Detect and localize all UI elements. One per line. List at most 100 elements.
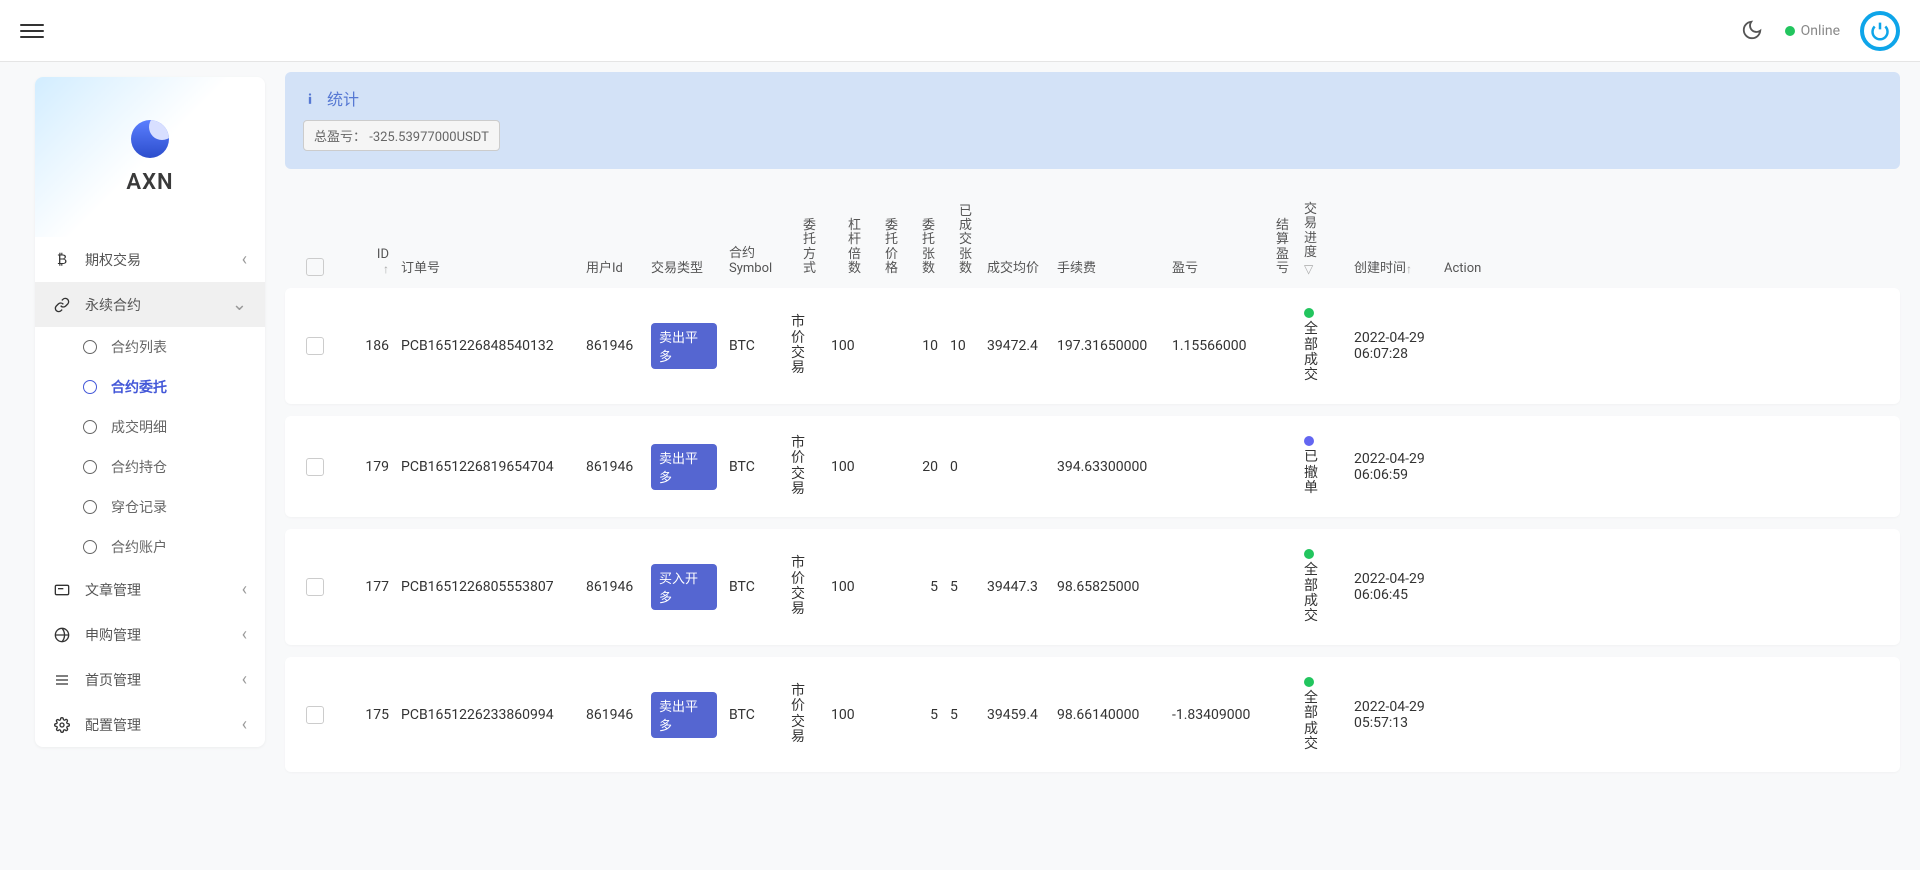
cell-state: 全部成交 (1298, 549, 1348, 625)
col-settle-pnl[interactable]: 结算盈亏 (1261, 219, 1298, 276)
cell-qty: 5 (907, 707, 944, 723)
filter-icon[interactable]: ▽ (1304, 262, 1313, 276)
trade-type-tag: 买入开多 (651, 564, 717, 610)
chevron-left-icon: ‹ (242, 249, 247, 270)
sub-liquidation[interactable]: 穿仓记录 (65, 487, 265, 527)
menu-toggle-button[interactable] (20, 24, 44, 38)
bitcoin-icon: ₿ (53, 251, 71, 269)
circle-icon (83, 540, 97, 554)
nav-article-mgmt[interactable]: 文章管理 ‹ (35, 567, 265, 612)
cell-id: 175 (345, 707, 395, 723)
sort-asc-icon: ↑ (1406, 262, 1412, 276)
sub-label: 合约持仓 (111, 457, 167, 477)
col-method[interactable]: 委托方式 (785, 219, 825, 276)
sub-label: 成交明细 (111, 417, 167, 437)
cell-avg: 39472.4 (981, 338, 1051, 354)
sub-label: 穿仓记录 (111, 497, 167, 517)
brand-area: AXN (35, 77, 265, 237)
sub-label: 合约列表 (111, 337, 167, 357)
cell-pnl: -1.83409000 (1166, 707, 1261, 723)
cell-deal-qty: 5 (944, 579, 981, 595)
card-icon (53, 581, 71, 599)
cell-time: 2022-04-29 06:06:59 (1348, 451, 1438, 483)
cell-id: 179 (345, 459, 395, 475)
cell-lever: 100 (825, 579, 870, 595)
cell-qty: 20 (907, 459, 944, 475)
nav-options-trading[interactable]: ₿ 期权交易 ‹ (35, 237, 265, 282)
col-id[interactable]: ID ↑ (345, 247, 395, 276)
nav-subscription-mgmt[interactable]: 申购管理 ‹ (35, 612, 265, 657)
row-checkbox[interactable] (306, 458, 324, 476)
trade-type-tag: 卖出平多 (651, 692, 717, 738)
cell-deal-qty: 5 (944, 707, 981, 723)
nav-label: 文章管理 (85, 580, 141, 600)
cell-time: 2022-04-29 05:57:13 (1348, 699, 1438, 731)
cell-time: 2022-04-29 06:07:28 (1348, 330, 1438, 362)
cell-user-id: 861946 (580, 459, 645, 475)
col-leverage[interactable]: 杠杆倍数 (825, 219, 870, 276)
row-checkbox[interactable] (306, 706, 324, 724)
cell-state: 全部成交 (1298, 308, 1348, 384)
cell-order-no: PCB1651226233860994 (395, 707, 580, 723)
col-order-no[interactable]: 订单号 (395, 257, 580, 276)
cell-time: 2022-04-29 06:06:45 (1348, 571, 1438, 603)
topbar: Online (0, 0, 1920, 62)
stats-badge: 总盈亏： -325.53977000USDT (303, 120, 500, 151)
sidebar: AXN ₿ 期权交易 ‹ 永续合约 ⌄ (0, 62, 265, 804)
globe-icon (53, 626, 71, 644)
table-row: 179 PCB1651226819654704 861946 卖出平多 BTC … (285, 416, 1900, 518)
cell-state: 已撤单 (1298, 436, 1348, 496)
chevron-left-icon: ‹ (242, 624, 247, 645)
col-pnl[interactable]: 盈亏 (1166, 257, 1261, 276)
circle-icon (83, 380, 97, 394)
cell-method: 市价交易 (785, 684, 825, 746)
col-state[interactable]: 交易进度 ▽ (1298, 203, 1348, 276)
cell-fee: 98.66140000 (1051, 707, 1166, 723)
sub-contract-list[interactable]: 合约列表 (65, 327, 265, 367)
col-deal-qty[interactable]: 已成交张数 (944, 205, 981, 276)
chevron-left-icon: ‹ (242, 579, 247, 600)
table-row: 186 PCB1651226848540132 861946 卖出平多 BTC … (285, 288, 1900, 404)
cell-fee: 394.63300000 (1051, 459, 1166, 475)
cell-symbol: BTC (723, 707, 785, 723)
nav-home-mgmt[interactable]: 首页管理 ‹ (35, 657, 265, 702)
cell-fee: 197.31650000 (1051, 338, 1166, 354)
col-symbol[interactable]: 合约 Symbol (723, 242, 785, 276)
sub-label: 合约委托 (111, 377, 167, 397)
stats-title-text: 统计 (327, 86, 359, 110)
orders-table: ID ↑ 订单号 用户Id 交易类型 合约 Symbol 委托方式 杠杆倍数 委… (285, 191, 1900, 772)
gear-icon (53, 716, 71, 734)
sub-contract-account[interactable]: 合约账户 (65, 527, 265, 567)
sub-nav: 合约列表 合约委托 成交明细 合约持仓 穿仓记录 (35, 327, 265, 567)
col-price[interactable]: 委托价格 (870, 219, 907, 276)
sub-positions[interactable]: 合约持仓 (65, 447, 265, 487)
power-button[interactable] (1860, 11, 1900, 51)
cell-user-id: 861946 (580, 707, 645, 723)
trade-type-tag: 卖出平多 (651, 444, 717, 490)
select-all-checkbox[interactable] (306, 258, 324, 276)
brand-name: AXN (126, 170, 173, 195)
cell-method: 市价交易 (785, 315, 825, 377)
cell-qty: 5 (907, 579, 944, 595)
col-user-id[interactable]: 用户Id (580, 257, 645, 276)
chevron-down-icon: ⌄ (232, 294, 247, 315)
cell-lever: 100 (825, 338, 870, 354)
cell-deal-qty: 10 (944, 338, 981, 354)
col-time[interactable]: 创建时间 ↑ (1348, 257, 1438, 276)
nav-label: 首页管理 (85, 670, 141, 690)
theme-toggle-button[interactable] (1741, 19, 1765, 43)
cell-order-no: PCB1651226819654704 (395, 459, 580, 475)
sub-deal-detail[interactable]: 成交明细 (65, 407, 265, 447)
row-checkbox[interactable] (306, 337, 324, 355)
col-avg-price[interactable]: 成交均价 (981, 257, 1051, 276)
col-trade-type[interactable]: 交易类型 (645, 257, 723, 276)
row-checkbox[interactable] (306, 578, 324, 596)
sub-contract-orders[interactable]: 合约委托 (65, 367, 265, 407)
col-qty[interactable]: 委托张数 (907, 219, 944, 276)
circle-icon (83, 460, 97, 474)
nav-perpetual-contract[interactable]: 永续合约 ⌄ (35, 282, 265, 327)
nav-config-mgmt[interactable]: 配置管理 ‹ (35, 702, 265, 747)
stats-title: 统计 (303, 86, 1882, 110)
col-fee[interactable]: 手续费 (1051, 257, 1166, 276)
cell-fee: 98.65825000 (1051, 579, 1166, 595)
